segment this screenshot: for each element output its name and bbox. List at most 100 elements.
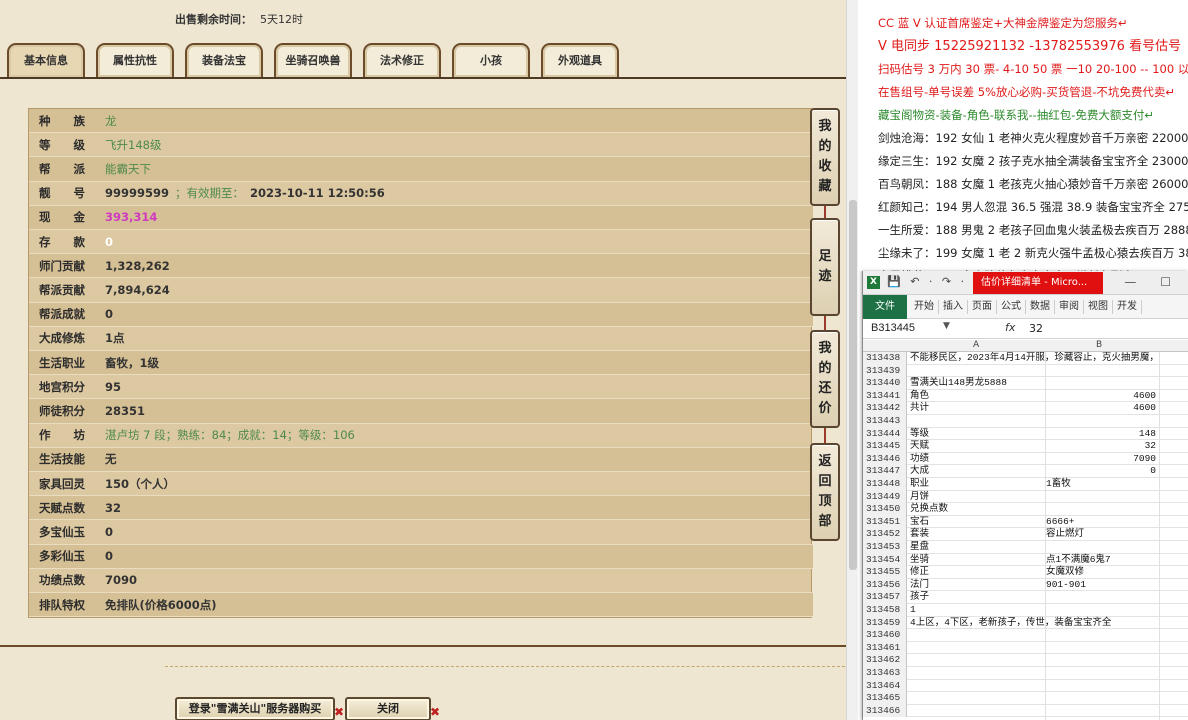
name-box-dropdown-icon[interactable]: ▼: [943, 321, 950, 331]
row-number[interactable]: 313455: [863, 566, 907, 579]
side-tab-2[interactable]: 我的还价: [810, 330, 840, 428]
cell-b[interactable]: 1畜牧: [1046, 478, 1156, 490]
cell-a[interactable]: 等级: [910, 428, 1044, 440]
row-number[interactable]: 313456: [863, 578, 907, 592]
row-number[interactable]: 313438: [863, 352, 907, 365]
cell-b[interactable]: 4600: [1046, 390, 1156, 402]
cell-a[interactable]: 职业: [910, 478, 1044, 490]
cell-b[interactable]: 148: [1046, 428, 1156, 440]
sheet-grid[interactable]: 313438 不能移民区，2023年4月14开服，珍藏容止，克火抽男魔， 31343…: [863, 352, 1188, 720]
row-number[interactable]: 313463: [863, 667, 907, 680]
ribbon-tab-5[interactable]: 审阅: [1055, 299, 1084, 314]
cell-b[interactable]: 女魔双修: [1046, 566, 1156, 578]
row-number[interactable]: 313466: [863, 704, 907, 718]
cell-a[interactable]: 星盘: [910, 541, 1044, 553]
cell-b[interactable]: 901-901: [1046, 579, 1156, 591]
row-number[interactable]: 313452: [863, 528, 907, 541]
formula-input[interactable]: 32: [1029, 322, 1043, 335]
row-number[interactable]: 313450: [863, 503, 907, 516]
tab-4[interactable]: 法术修正: [363, 43, 441, 77]
row-number[interactable]: 313458: [863, 604, 907, 617]
row-number[interactable]: 313441: [863, 389, 907, 403]
cell-a[interactable]: 角色: [910, 390, 1044, 402]
info-value: 畜牧，1级: [105, 355, 159, 371]
ribbon-tab-6[interactable]: 视图: [1084, 299, 1113, 314]
quick-access-toolbar[interactable]: 💾 ↶ · ↷ · ▾: [887, 275, 982, 288]
cell-a[interactable]: 雪满关山148男龙5888: [910, 377, 1044, 389]
login-server-buy-button[interactable]: 登录"雪满关山"服务器购买 ✖: [175, 697, 344, 720]
cell-a[interactable]: 大成: [910, 465, 1044, 477]
cell-a[interactable]: 孩子: [910, 591, 1044, 603]
cell-a[interactable]: 兑换点数: [910, 503, 1044, 515]
row-number[interactable]: 313444: [863, 427, 907, 441]
cell-b[interactable]: 32: [1046, 440, 1156, 452]
tab-2[interactable]: 装备法宝: [185, 43, 263, 77]
column-b-header[interactable]: B: [1096, 340, 1102, 350]
row-number[interactable]: 313448: [863, 478, 907, 491]
cell-a[interactable]: 月饼: [910, 491, 1044, 503]
scrollbar-thumb[interactable]: [849, 200, 857, 570]
cell-a[interactable]: 天赋: [910, 440, 1044, 452]
close-button[interactable]: 关闭 ✖: [345, 697, 440, 720]
row-number[interactable]: 313457: [863, 591, 907, 604]
info-value-text: 1,328,262: [105, 258, 170, 273]
row-number[interactable]: 313464: [863, 679, 907, 693]
ribbon-tab-7[interactable]: 开发: [1113, 299, 1142, 314]
row-number[interactable]: 313443: [863, 415, 907, 428]
scrollbar[interactable]: [846, 0, 858, 720]
row-number[interactable]: 313449: [863, 490, 907, 504]
cell-a[interactable]: 法门: [910, 579, 1044, 591]
cell-b[interactable]: 容止燃灯: [1046, 528, 1156, 540]
note-line: 扫码估号 3 万内 30 票- 4-10 50 票 一10 20-100 -- …: [878, 62, 1188, 76]
cell-a[interactable]: 不能移民区，2023年4月14开服，珍藏容止，克火抽男魔，: [910, 352, 1159, 364]
fx-icon[interactable]: fx: [1005, 321, 1015, 334]
row-number[interactable]: 313439: [863, 364, 907, 378]
cell-a[interactable]: 1: [910, 604, 1044, 616]
row-number[interactable]: 313442: [863, 402, 907, 415]
tab-6[interactable]: 外观道具: [541, 43, 619, 77]
formula-bar: B313445 ▼ fx 32: [863, 319, 1188, 339]
row-number[interactable]: 313453: [863, 541, 907, 554]
side-tab-0[interactable]: 我的收藏: [810, 108, 840, 206]
tab-file[interactable]: 文件: [863, 294, 907, 319]
side-tab-1[interactable]: 足迹: [810, 218, 840, 316]
row-number[interactable]: 313440: [863, 377, 907, 390]
cell-b[interactable]: 7090: [1046, 453, 1156, 465]
cell-a[interactable]: 宝石: [910, 516, 1044, 528]
row-number[interactable]: 313454: [863, 553, 907, 567]
ribbon-tab-2[interactable]: 页面: [968, 299, 997, 314]
tab-3[interactable]: 坐骑召唤兽: [274, 43, 352, 77]
row-number[interactable]: 313451: [863, 515, 907, 529]
cell-a[interactable]: 4上区，4下区，老新孩子，传世，装备宝宝齐全: [910, 617, 1111, 629]
cell-b[interactable]: 6666+: [1046, 516, 1156, 528]
row-number[interactable]: 313459: [863, 616, 907, 630]
row-number[interactable]: 313462: [863, 654, 907, 667]
cell-b[interactable]: 4600: [1046, 402, 1156, 414]
cell-a[interactable]: 共计: [910, 402, 1044, 414]
cell-a[interactable]: 修正: [910, 566, 1044, 578]
note-line: 剑烛沧海：192 女仙 1 老神火克火程度妙音千万亲密 22000↵: [878, 131, 1188, 145]
window-controls[interactable]: — ☐: [1124, 275, 1181, 289]
row-number[interactable]: 313447: [863, 465, 907, 478]
ribbon-tab-3[interactable]: 公式: [997, 299, 1026, 314]
ribbon-tab-4[interactable]: 数据: [1026, 299, 1055, 314]
cell-a[interactable]: 坐骑: [910, 554, 1044, 566]
cell-a[interactable]: 套装: [910, 528, 1044, 540]
ribbon-tab-0[interactable]: 开始: [910, 299, 939, 314]
row-number[interactable]: 313445: [863, 440, 907, 453]
side-tab-3[interactable]: 返回顶部: [810, 443, 840, 541]
tab-5[interactable]: 小孩: [452, 43, 530, 77]
row-number[interactable]: 313460: [863, 629, 907, 642]
tab-0[interactable]: 基本信息: [7, 43, 85, 77]
row-number[interactable]: 313461: [863, 641, 907, 655]
ribbon-tab-1[interactable]: 插入: [939, 299, 968, 314]
row-number[interactable]: 313465: [863, 692, 907, 705]
row-number[interactable]: 313446: [863, 452, 907, 466]
cell-b[interactable]: 点1不满魔6鬼7: [1046, 554, 1156, 566]
cell-b[interactable]: 0: [1046, 465, 1156, 477]
tab-1[interactable]: 属性抗性: [96, 43, 174, 77]
cell-a[interactable]: 功绩: [910, 453, 1044, 465]
info-value-text: 150（个人）: [105, 476, 176, 491]
column-a-header[interactable]: A: [973, 340, 979, 350]
name-box[interactable]: B313445: [871, 322, 949, 334]
